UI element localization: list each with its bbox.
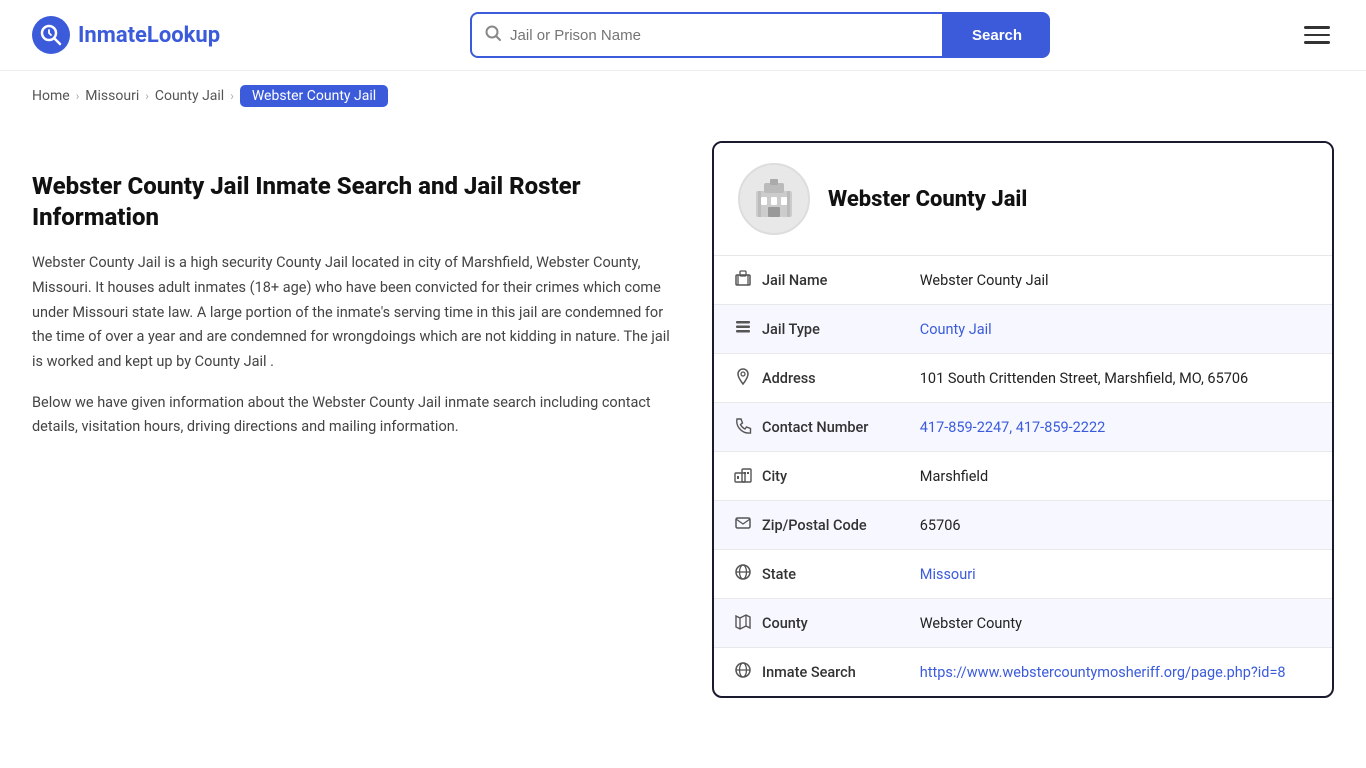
table-row: City Marshfield <box>714 452 1332 501</box>
table-row: County Webster County <box>714 599 1332 648</box>
breadcrumb-sep-3: › <box>230 89 234 103</box>
breadcrumb: Home › Missouri › County Jail › Webster … <box>0 71 1366 121</box>
breadcrumb-missouri[interactable]: Missouri <box>85 88 139 104</box>
pin-icon <box>734 367 752 389</box>
row-label: Zip/Postal Code <box>762 517 867 534</box>
city-icon <box>734 465 752 487</box>
row-value-cell: Marshfield <box>900 452 1332 501</box>
row-label: Jail Name <box>762 272 827 289</box>
page-title: Webster County Jail Inmate Search and Ja… <box>32 171 672 233</box>
row-value-cell: 101 South Crittenden Street, Marshfield,… <box>900 354 1332 403</box>
jail-avatar <box>738 163 810 235</box>
row-value-cell: 65706 <box>900 501 1332 550</box>
header: InmateLookup Search <box>0 0 1366 71</box>
row-value-cell[interactable]: County Jail <box>900 305 1332 354</box>
search-area: Search <box>470 12 1050 58</box>
hamburger-line-1 <box>1304 26 1330 29</box>
row-label: State <box>762 566 796 583</box>
mail-icon <box>734 514 752 536</box>
row-link[interactable]: Missouri <box>920 566 976 583</box>
globe-icon <box>734 563 752 585</box>
row-value-cell[interactable]: Missouri <box>900 550 1332 599</box>
table-row: State Missouri <box>714 550 1332 599</box>
map-icon <box>734 612 752 634</box>
breadcrumb-sep-2: › <box>145 89 149 103</box>
breadcrumb-county-jail[interactable]: County Jail <box>155 88 224 104</box>
row-label: Contact Number <box>762 419 868 436</box>
row-value-cell: Webster County <box>900 599 1332 648</box>
logo-icon <box>32 16 70 54</box>
row-link[interactable]: County Jail <box>920 321 992 338</box>
row-value-cell: Webster County Jail <box>900 256 1332 305</box>
logo-link[interactable]: InmateLookup <box>32 16 220 54</box>
page-desc-2: Below we have given information about th… <box>32 391 672 440</box>
row-label-cell: State <box>734 563 880 585</box>
hamburger-menu[interactable] <box>1300 22 1334 48</box>
table-row: Contact Number 417-859-2247, 417-859-2222 <box>714 403 1332 452</box>
search-input-wrap <box>470 12 944 58</box>
main-content: Webster County Jail Inmate Search and Ja… <box>0 121 1366 738</box>
card-header: Webster County Jail <box>714 143 1332 255</box>
row-label-cell: Jail Type <box>734 318 880 340</box>
row-label-cell: Contact Number <box>734 416 880 438</box>
row-value-cell[interactable]: 417-859-2247, 417-859-2222 <box>900 403 1332 452</box>
row-label: Address <box>762 370 816 387</box>
left-content: Webster County Jail Inmate Search and Ja… <box>32 141 672 698</box>
row-label-cell: County <box>734 612 880 634</box>
row-label-cell: Inmate Search <box>734 661 880 683</box>
list-icon <box>734 318 752 340</box>
row-link[interactable]: https://www.webstercountymosheriff.org/p… <box>920 664 1286 681</box>
row-label-cell: Address <box>734 367 880 389</box>
table-row: Jail Type County Jail <box>714 305 1332 354</box>
globe2-icon <box>734 661 752 683</box>
row-label: Jail Type <box>762 321 820 338</box>
row-link[interactable]: 417-859-2247, 417-859-2222 <box>920 419 1105 436</box>
row-label: Inmate Search <box>762 664 856 681</box>
row-label: County <box>762 615 808 632</box>
hamburger-line-3 <box>1304 41 1330 44</box>
logo-text: InmateLookup <box>78 23 220 48</box>
breadcrumb-home[interactable]: Home <box>32 88 70 104</box>
page-desc-1: Webster County Jail is a high security C… <box>32 251 672 374</box>
row-label-cell: Jail Name <box>734 269 880 291</box>
row-label-cell: City <box>734 465 880 487</box>
table-row: Zip/Postal Code 65706 <box>714 501 1332 550</box>
table-row: Address 101 South Crittenden Street, Mars… <box>714 354 1332 403</box>
jail-icon <box>734 269 752 291</box>
phone-icon <box>734 416 752 438</box>
table-row: Jail Name Webster County Jail <box>714 256 1332 305</box>
card-title: Webster County Jail <box>828 187 1027 212</box>
search-input[interactable] <box>510 27 930 44</box>
breadcrumb-sep-1: › <box>76 89 80 103</box>
row-label: City <box>762 468 787 485</box>
row-value-cell[interactable]: https://www.webstercountymosheriff.org/p… <box>900 648 1332 697</box>
table-row: Inmate Search https://www.webstercountymo… <box>714 648 1332 697</box>
info-card: Webster County Jail Jail Name Webster Cou… <box>712 141 1334 698</box>
search-icon <box>484 24 502 47</box>
breadcrumb-current: Webster County Jail <box>240 85 388 107</box>
info-table: Jail Name Webster County Jail Jail Type Cou… <box>714 255 1332 696</box>
row-label-cell: Zip/Postal Code <box>734 514 880 536</box>
search-button[interactable]: Search <box>944 12 1050 58</box>
hamburger-line-2 <box>1304 34 1330 37</box>
